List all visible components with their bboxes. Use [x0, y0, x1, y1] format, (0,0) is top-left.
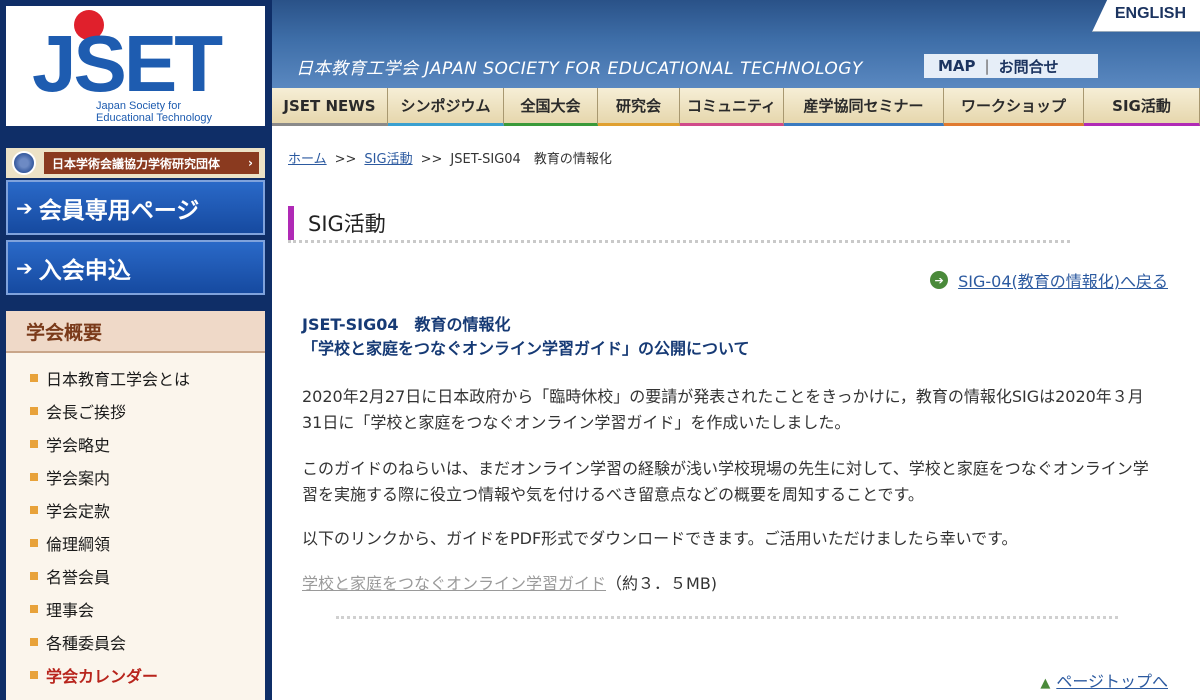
logo-text: JSET — [32, 19, 223, 108]
utility-links: MAP | お問合せ — [924, 54, 1098, 78]
arrow-right-icon: ➔ — [16, 255, 33, 280]
bullet-icon — [30, 604, 38, 613]
breadcrumb-separator: >> — [420, 152, 443, 167]
contact-link[interactable]: お問合せ — [999, 56, 1059, 77]
content-divider — [336, 616, 1118, 619]
nav-workshop[interactable]: ワークショップ — [944, 88, 1084, 126]
sidebar-item-greeting[interactable]: 会長ご挨拶 — [6, 394, 265, 427]
nav-label: JSET NEWS — [283, 96, 376, 115]
sidebar-item-label: 各種委員会 — [46, 633, 127, 653]
sidebar-item-label: 学会略史 — [46, 435, 111, 455]
guide-download-line: 学校と家庭をつなぐオンライン学習ガイド（約３．５MB) — [302, 570, 717, 594]
nav-annual-conference[interactable]: 全国大会 — [504, 88, 598, 126]
bullet-icon — [30, 439, 38, 448]
join-button[interactable]: ➔ 入会申込 — [6, 240, 265, 295]
triangle-up-icon: ▲ — [1040, 676, 1051, 691]
article-heading-line2: 「学校と家庭をつなぐオンライン学習ガイド」の公開について — [302, 339, 750, 358]
sidebar-item-honorary[interactable]: 名誉会員 — [6, 559, 265, 592]
bullet-icon — [30, 538, 38, 547]
sidebar-item-label: 学会案内 — [46, 468, 111, 488]
nav-label: コミュニティ — [686, 97, 777, 115]
sidebar-item-history[interactable]: 学会略史 — [6, 427, 265, 460]
nav-jset-news[interactable]: JSET NEWS — [272, 88, 388, 126]
bullet-icon — [30, 406, 38, 415]
sidebar-item-articles[interactable]: 学会定款 — [6, 493, 265, 526]
util-separator: | — [984, 57, 990, 75]
site-title: 日本教育工学会 JAPAN SOCIETY FOR EDUCATIONAL TE… — [296, 59, 863, 79]
scj-label: 日本学術会議協力学術研究団体 › — [44, 152, 259, 174]
page-top-link[interactable]: ▲ ページトップへ — [1040, 668, 1168, 692]
breadcrumb-current: JSET-SIG04 教育の情報化 — [450, 152, 612, 167]
sidebar-item-calendar[interactable]: 学会カレンダー — [6, 658, 265, 691]
english-link[interactable]: ENGLISH — [1115, 5, 1186, 23]
page-top-text[interactable]: ページトップへ — [1056, 672, 1168, 691]
join-label: 入会申込 — [38, 257, 131, 284]
global-nav: JSET NEWS シンポジウム 全国大会 研究会 コミュニティ 産学協同セミナ… — [272, 88, 1200, 126]
paragraph-download: 以下のリンクから、ガイドをPDF形式でダウンロードできます。ご活用いただけました… — [302, 529, 1018, 548]
scj-label-text: 日本学術会議協力学術研究団体 — [52, 156, 221, 171]
paragraph-purpose: このガイドのねらいは、まだオンライン学習の経験が浅い学校現場の先生に対して、学校… — [302, 459, 1149, 504]
bullet-icon — [30, 637, 38, 646]
map-link[interactable]: MAP — [938, 57, 976, 75]
sidebar-item-label: 学会定款 — [46, 501, 111, 521]
nav-label: 研究会 — [615, 97, 661, 115]
title-divider — [288, 240, 1070, 243]
jset-logo[interactable]: JSET Japan Society for Educational Techn… — [6, 6, 265, 133]
bullet-icon — [30, 571, 38, 580]
section-heading-about: 学会概要 — [6, 311, 265, 353]
guide-file-size: （約３．５MB) — [606, 574, 718, 593]
bullet-icon — [30, 505, 38, 514]
sidebar-item-label: 理事会 — [46, 600, 95, 620]
nav-symposium[interactable]: シンポジウム — [388, 88, 504, 126]
arrow-right-icon: ➔ — [16, 195, 33, 220]
nav-label: SIG活動 — [1112, 97, 1171, 115]
breadcrumb-sig-link[interactable]: SIG活動 — [364, 152, 412, 167]
sidebar-item-board[interactable]: 理事会 — [6, 592, 265, 625]
paragraph-announcement: 2020年2月27日に日本政府から「臨時休校」の要請が発表されたことをきっかけに… — [302, 387, 1144, 432]
nav-industry-seminar[interactable]: 産学協同セミナー — [784, 88, 944, 126]
sidebar-item-label: 名誉会員 — [46, 567, 111, 587]
back-link-text[interactable]: SIG-04(教育の情報化)へ戻る — [958, 268, 1168, 292]
nav-community[interactable]: コミュニティ — [680, 88, 784, 126]
sidebar-item-label: 会長ご挨拶 — [46, 402, 127, 422]
sidebar-item-label: 学会カレンダー — [46, 666, 159, 686]
logo-subtitle-line1: Japan Society for — [96, 100, 181, 112]
nav-workshop-meetings[interactable]: 研究会 — [598, 88, 680, 126]
nav-sig-activities[interactable]: SIG活動 — [1084, 88, 1200, 126]
breadcrumb-home-link[interactable]: ホーム — [288, 152, 327, 167]
scj-badge[interactable]: 日本学術会議協力学術研究団体 › — [6, 148, 265, 178]
sidebar-list: 日本教育工学会とは 会長ご挨拶 学会略史 学会案内 学会定款 倫理綱領 名誉会員… — [6, 353, 265, 700]
sidebar-item-ethics[interactable]: 倫理綱領 — [6, 526, 265, 559]
page-title: SIG活動 — [288, 206, 386, 240]
arrow-circle-right-icon: ➔ — [930, 271, 949, 289]
sidebar-item-guide[interactable]: 学会案内 — [6, 460, 265, 493]
sidebar: 日本学術会議協力学術研究団体 › ➔ 会員専用ページ ➔ 入会申込 学会概要 日… — [0, 126, 272, 700]
breadcrumb-separator: >> — [334, 152, 357, 167]
nav-label: 全国大会 — [520, 97, 581, 115]
article-heading: JSET-SIG04 教育の情報化 「学校と家庭をつなぐオンライン学習ガイド」の… — [302, 313, 750, 361]
breadcrumb: ホーム >> SIG活動 >> JSET-SIG04 教育の情報化 — [288, 148, 612, 167]
article-heading-line1: JSET-SIG04 教育の情報化 — [302, 315, 511, 334]
sidebar-item-about[interactable]: 日本教育工学会とは — [6, 361, 265, 394]
logo-subtitle: Japan Society for Educational Technology — [96, 100, 212, 124]
bullet-icon — [30, 670, 38, 679]
guide-pdf-link[interactable]: 学校と家庭をつなぐオンライン学習ガイド — [302, 574, 606, 593]
nav-label: 産学協同セミナー — [803, 97, 924, 115]
bullet-icon — [30, 472, 38, 481]
sidebar-item-label: 倫理綱領 — [46, 534, 111, 554]
chevron-right-icon: › — [248, 156, 253, 170]
nav-label: ワークショップ — [960, 97, 1066, 115]
sidebar-item-committees[interactable]: 各種委員会 — [6, 625, 265, 658]
main-content: ホーム >> SIG活動 >> JSET-SIG04 教育の情報化 SIG活動 ➔ SI… — [272, 126, 1200, 700]
member-page-button[interactable]: ➔ 会員専用ページ — [6, 180, 265, 235]
back-link[interactable]: ➔ SIG-04(教育の情報化)へ戻る — [930, 268, 1168, 292]
scj-emblem-icon — [12, 151, 36, 175]
logo-subtitle-line2: Educational Technology — [96, 112, 212, 124]
nav-label: シンポジウム — [400, 97, 491, 115]
sidebar-item-label: 日本教育工学会とは — [46, 369, 191, 389]
member-page-label: 会員専用ページ — [38, 197, 200, 224]
bullet-icon — [30, 373, 38, 382]
